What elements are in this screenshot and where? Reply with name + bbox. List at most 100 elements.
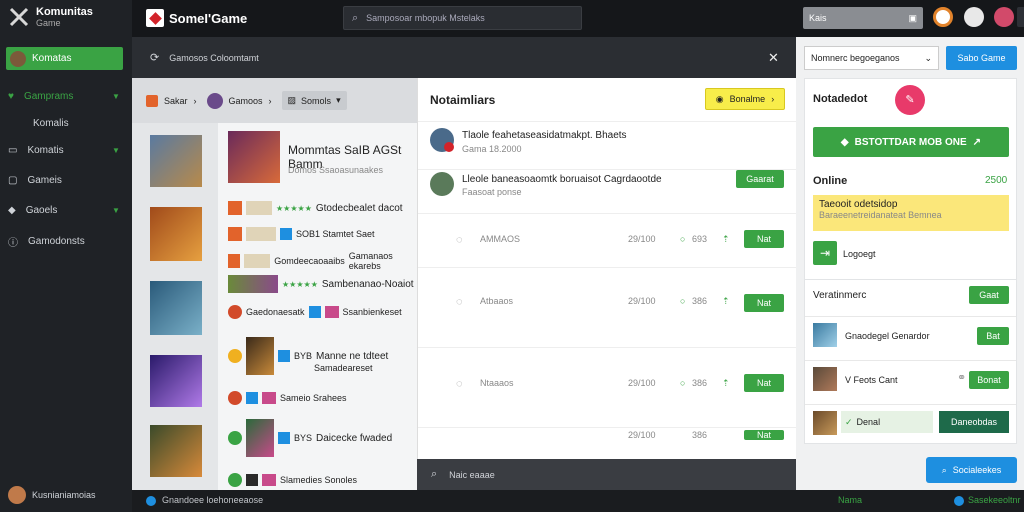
friend-row[interactable]: ✓ Denal Daneobdas [805, 404, 1016, 442]
accept-button[interactable]: Gaarat [736, 170, 784, 188]
sidebar-item-label: Komatis [27, 145, 64, 156]
list-item[interactable]: ★★★★★ Sambenanao-Noaiot [228, 275, 414, 293]
menu-icon[interactable] [1017, 7, 1024, 27]
featured-thumbnail[interactable] [228, 131, 280, 183]
panel-title: Gamosos Coloomtamt [169, 52, 259, 63]
top-bar: SomeI'Game ⌕ Samposoar mbopuk Mstelaks K… [132, 0, 1024, 37]
filter-dropdown[interactable]: Gamoos › [206, 92, 272, 109]
friend-action-button[interactable]: Bat [977, 327, 1009, 345]
save-game-button[interactable]: Sabo Game [946, 46, 1017, 70]
brand-logo[interactable]: SomeI'Game [146, 9, 247, 27]
tag-label: BYS [294, 433, 313, 443]
highlight-banner[interactable]: Taeooit odetsidop Baraeenetreidanateat B… [813, 195, 1009, 231]
app-subtitle: Game [36, 18, 61, 28]
list-item[interactable]: ★★★★★ Gtodecbealet dacot [228, 201, 418, 215]
list-item[interactable]: Slamedies Sonoles [228, 473, 357, 487]
list-item-subtitle: Slamedies Sonoles [280, 475, 358, 485]
sidebar-item-programs[interactable]: ♥ Gamprams ▼ [8, 91, 120, 102]
sidebar-item-library[interactable]: ▢ Gameis [8, 175, 62, 186]
logout-icon[interactable]: ⇥ [813, 241, 837, 265]
mark-read-button[interactable]: ◉ Bonalme › [705, 88, 785, 110]
chevron-right-icon: › [771, 94, 775, 104]
list-item[interactable]: Gaedonaesatk Ssanbienkeset [228, 305, 402, 319]
notification-text: Lleole baneasoaomtk boruaisot Cagrdaootd… [462, 174, 662, 185]
sidebar-item-info[interactable]: ⓘ Gamodonsts [8, 234, 85, 249]
add-friend-button[interactable]: Gaat [969, 286, 1009, 304]
sidebar-item-active[interactable]: Komatas [6, 47, 123, 70]
game-mini-thumb [246, 419, 274, 457]
sidebar-item-tags[interactable]: ◆ Gaoels ▼ [8, 205, 120, 216]
notifications-search[interactable]: ⌕ Naic eaaae [417, 459, 796, 490]
notification-item[interactable]: ◌ Ntaaaos 29/100 ○ 386 ⇡ Nat [418, 348, 797, 428]
search-icon: ⌕ [941, 464, 947, 475]
notification-item[interactable]: ◌ Atbaaos 29/100 ○ 386 ⇡ Nat [418, 268, 797, 348]
friend-name: Gnaodegel Genardor [845, 331, 930, 341]
pen-icon[interactable]: ✎ [895, 85, 925, 115]
up-arrow-icon: ⇡ [722, 296, 730, 306]
status-bar: Gnandoee loehoneeaose Nama Sasekeeoltnr [132, 490, 1024, 512]
flag-icon [228, 227, 242, 241]
filter-label: Gamoos [228, 95, 263, 106]
list-item[interactable]: Sameio Srahees [228, 391, 347, 405]
user-avatar-icon[interactable] [964, 7, 984, 27]
status-mid: Nama [838, 495, 863, 505]
user-profile[interactable]: Kusnianiamoias [8, 486, 96, 504]
flag-icon [146, 94, 158, 107]
sidebar-item-label: Gamprams [23, 91, 74, 102]
notification-item[interactable]: 29/100 386 Nat [418, 428, 797, 459]
check-icon: ✓ [845, 416, 853, 427]
avatar [430, 172, 454, 196]
primary-cta-button[interactable]: ◆ BSTOTTDAR MOB ONE ↗ [813, 127, 1009, 157]
sidebar-item-label: Komatas [32, 53, 72, 64]
list-item[interactable]: Gomdeecaoaaibs Gamanaos ekarebs [228, 251, 417, 271]
online-icon: ○ [680, 378, 686, 388]
sidebar-subitem[interactable]: Komalis [33, 118, 69, 129]
social-button[interactable]: ⌕ Socialeekes [926, 457, 1017, 483]
friend-action-button[interactable]: Daneobdas [939, 411, 1009, 433]
app-logo[interactable]: Komunitas Game [8, 6, 93, 28]
action-button[interactable]: Nat [744, 374, 784, 392]
friend-action-button[interactable]: Bonat [969, 371, 1009, 389]
sort-select[interactable]: Nomnerc begoeganos ⌄ [804, 46, 939, 70]
action-button[interactable]: Nat [744, 294, 784, 312]
game-thumbnail[interactable] [150, 425, 202, 477]
list-item[interactable]: SOB1 Stamtet Saet [228, 227, 375, 241]
notification-text: Atbaaos [480, 296, 514, 306]
notice-card: Notadedot ✎ ◆ BSTOTTDAR MOB ONE ↗ Online… [804, 78, 1017, 306]
tag-label: BYB [294, 351, 313, 361]
notification-item[interactable]: Tlaole feahetaseasidatmakpt. Bhaets Gama… [418, 122, 797, 170]
friend-avatar-icon[interactable] [994, 7, 1014, 27]
status-icon [146, 496, 156, 506]
friend-row[interactable]: V Feots Cant ⚭ Bonat [805, 360, 1016, 398]
game-avatar-icon [206, 92, 223, 109]
account-pill[interactable]: Kais ▣ [803, 7, 923, 29]
game-thumbnail[interactable] [150, 281, 202, 335]
notification-item[interactable]: Lleole baneasoaomtk boruaisot Cagrdaootd… [418, 170, 797, 214]
filter-dropdown[interactable]: Sakar › [146, 94, 197, 107]
search-input[interactable]: ⌕ Samposoar mbopuk Mstelaks [343, 6, 582, 30]
pink-tag-icon [262, 392, 276, 404]
profile-icon[interactable] [933, 7, 953, 27]
chevron-right-icon: › [268, 95, 272, 106]
notification-item[interactable]: ◌ AMMAOS 29/100 ○ 693 ⇡ Nat [418, 214, 797, 268]
action-button[interactable]: Nat [744, 430, 784, 440]
game-thumbnail[interactable] [150, 135, 202, 187]
notification-time: 29/100 [628, 378, 656, 388]
filter-dropdown[interactable]: ▨ Somols ▾ [281, 91, 347, 110]
diamond-icon: ◆ [840, 136, 849, 148]
status-chip[interactable]: ✓ Denal [841, 411, 933, 433]
clock-icon: ◌ [456, 378, 463, 390]
log-label: Logoegt [843, 249, 876, 259]
sidebar-item-messages[interactable]: ▭ Komatis ▼ [8, 145, 120, 156]
game-thumbnail[interactable] [150, 355, 202, 407]
action-button[interactable]: Nat [744, 230, 784, 248]
refresh-icon[interactable]: ⟳ [150, 51, 159, 64]
sidebar-item-label: Komalis [33, 118, 69, 129]
list-item[interactable]: BYS Daicecke fwaded [228, 419, 392, 457]
tag-icon [246, 227, 276, 241]
close-icon[interactable]: ✕ [768, 50, 779, 66]
friend-row[interactable]: Gnaodegel Genardor Bat [805, 316, 1016, 354]
list-item-subtitle: SOB1 Stamtet Saet [296, 229, 375, 239]
friends-card: Veratinmerc Gaat Gnaodegel Genardor Bat … [804, 279, 1017, 444]
game-thumbnail[interactable] [150, 207, 202, 261]
